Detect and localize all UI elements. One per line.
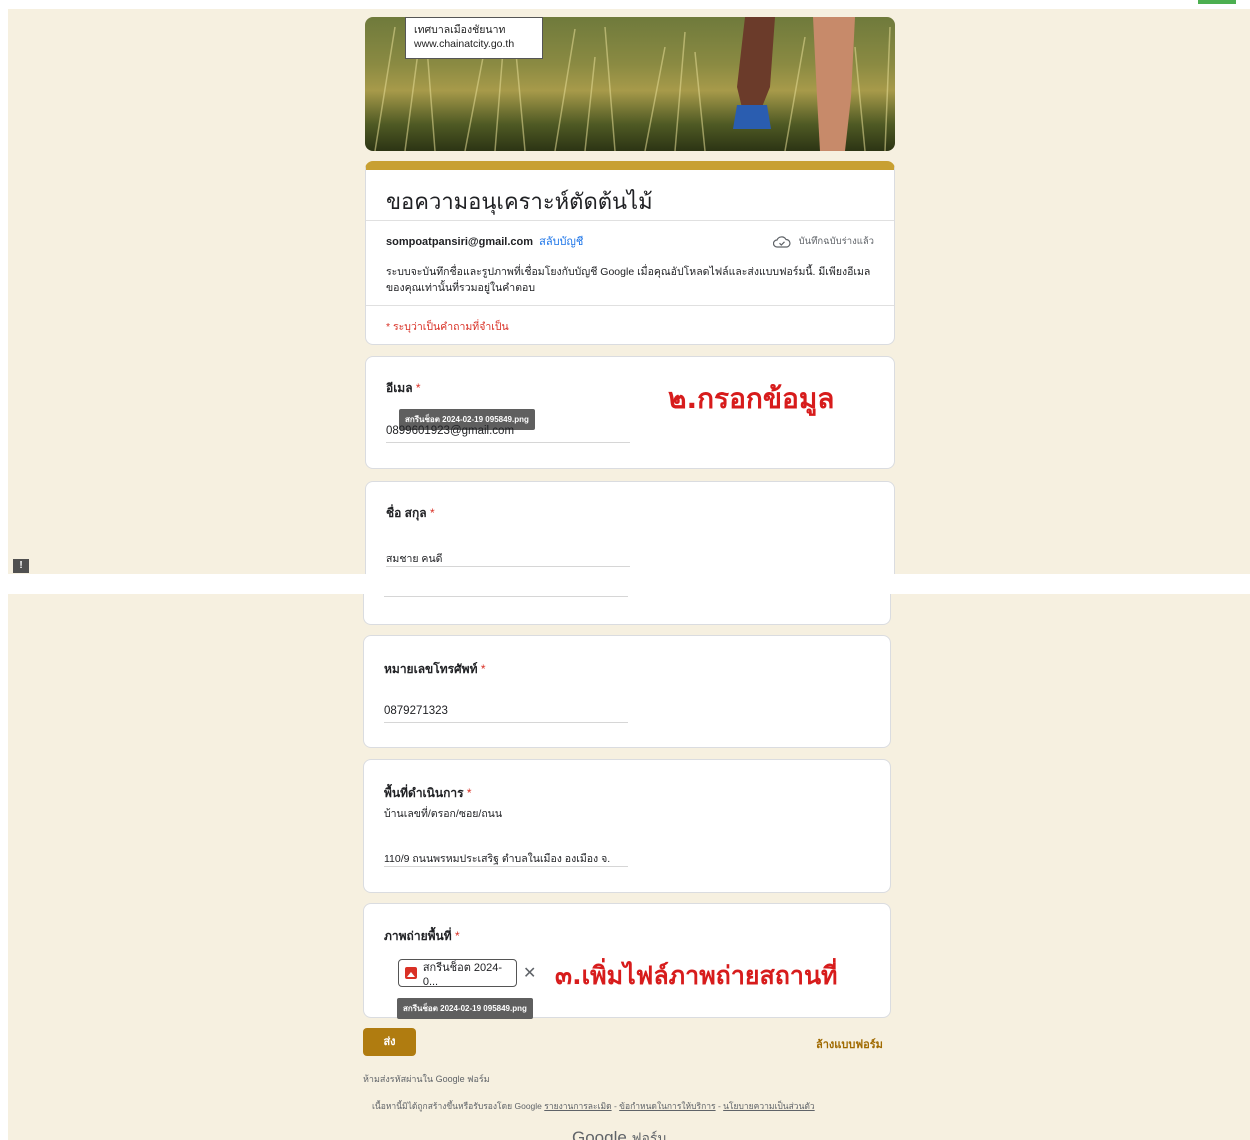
form-top-panel: เทศบาลเมืองชัยนาท www.chainatcity.go.th … <box>8 9 1250 574</box>
file-name-tooltip: สกรีนช็อต 2024-02-19 095849.png <box>397 998 533 1019</box>
image-file-icon <box>405 967 417 979</box>
name-question-card: ชื่อ สกุล * สมชาย คนดี <box>365 481 895 574</box>
site-url: www.chainatcity.go.th <box>414 38 515 50</box>
form-bottom-panel: หมายเลขโทรศัพท์ * 0879271323 พื้นที่ดำเน… <box>8 594 1250 1140</box>
terms-link[interactable]: ข้อกำหนดในการให้บริการ <box>619 1101 715 1111</box>
site-name-box: เทศบาลเมืองชัยนาท www.chainatcity.go.th <box>405 17 543 59</box>
email-label: อีเมล * <box>386 381 421 395</box>
step3-annotation: ๓.เพิ่มไฟล์ภาพถ่ายสถานที่ <box>555 961 838 990</box>
feedback-icon[interactable]: ! <box>13 559 29 573</box>
form-title: ขอความอนุเคราะห์ตัดต้นไม้ <box>386 189 653 214</box>
uploaded-file-chip[interactable]: สกรีนช็อต 2024-0... <box>398 959 517 988</box>
submit-button[interactable]: ส่ง <box>363 1028 416 1056</box>
divider <box>366 305 894 306</box>
phone-label: หมายเลขโทรศัพท์ * <box>384 662 486 676</box>
report-abuse-link[interactable]: รายงานการละเมิด <box>544 1101 611 1111</box>
email-input[interactable]: 0899601923@gmail.com <box>386 425 514 437</box>
switch-account-link[interactable]: สลับบัญชี <box>539 236 583 248</box>
input-underline <box>384 722 628 723</box>
footer-disclaimer: เนื้อหานี้มิได้ถูกสร้างขึ้นหรือรับรองโดย… <box>372 1101 815 1111</box>
divider <box>366 220 894 221</box>
input-underline <box>386 566 630 567</box>
clear-form-button[interactable]: ล้างแบบฟอร์ม <box>816 1035 883 1053</box>
corner-accent <box>1198 0 1236 4</box>
remove-file-icon[interactable]: ✕ <box>523 963 536 983</box>
input-underline <box>384 866 628 867</box>
name-input[interactable]: สมชาย คนดี <box>386 550 442 567</box>
header-image: เทศบาลเมืองชัยนาท www.chainatcity.go.th <box>365 17 895 151</box>
photo-label: ภาพถ่ายพื้นที่ * <box>384 929 460 943</box>
area-question-card: พื้นที่ดำเนินการ * บ้านเลขที่/ตรอก/ซอย/ถ… <box>363 759 891 893</box>
uploaded-file-name: สกรีนช็อต 2024-0... <box>422 962 503 988</box>
step2-annotation: ๒.กรอกข้อมูล <box>668 382 835 415</box>
required-note: * ระบุว่าเป็นคำถามที่จำเป็น <box>386 321 509 333</box>
area-label: พื้นที่ดำเนินการ * <box>384 786 472 800</box>
forms-wordmark: ฟอร์ม <box>631 1130 667 1140</box>
draft-saved-status: บันทึกฉบับร่างแล้ว <box>772 234 874 249</box>
name-question-card-bottom <box>363 594 891 625</box>
area-input[interactable]: 110/9 ถนนพรหมประเสริฐ ตำบลในเมือง องเมือ… <box>384 850 610 867</box>
disclaimer-text: เนื้อหานี้มิได้ถูกสร้างขึ้นหรือรับรองโดย… <box>372 1101 542 1111</box>
privacy-link[interactable]: นโยบายความเป็นส่วนตัว <box>723 1101 815 1111</box>
phone-question-card: หมายเลขโทรศัพท์ * 0879271323 <box>363 635 891 748</box>
name-label: ชื่อ สกุล * <box>386 506 435 520</box>
privacy-note: ระบบจะบันทึกชื่อและรูปภาพที่เชื่อมโยงกับ… <box>386 266 871 294</box>
account-info: sompoatpansiri@gmail.com สลับบัญชี <box>386 232 583 250</box>
input-underline <box>384 596 628 597</box>
cloud-check-icon <box>772 235 791 248</box>
account-email: sompoatpansiri@gmail.com <box>386 236 534 248</box>
saved-label: บันทึกฉบับร่างแล้ว <box>798 236 874 247</box>
input-underline <box>386 442 630 443</box>
phone-input[interactable]: 0879271323 <box>384 705 448 717</box>
form-title-card: ขอความอนุเคราะห์ตัดต้นไม้ sompoatpansiri… <box>365 161 895 345</box>
google-forms-logo[interactable]: Google ฟอร์ม <box>572 1128 667 1140</box>
site-name: เทศบาลเมืองชัยนาท <box>414 24 506 36</box>
area-sublabel: บ้านเลขที่/ตรอก/ซอย/ถนน <box>384 808 503 820</box>
never-submit-password-note: ห้ามส่งรหัสผ่านใน Google ฟอร์ม <box>363 1074 490 1084</box>
google-wordmark: Google <box>572 1128 627 1140</box>
